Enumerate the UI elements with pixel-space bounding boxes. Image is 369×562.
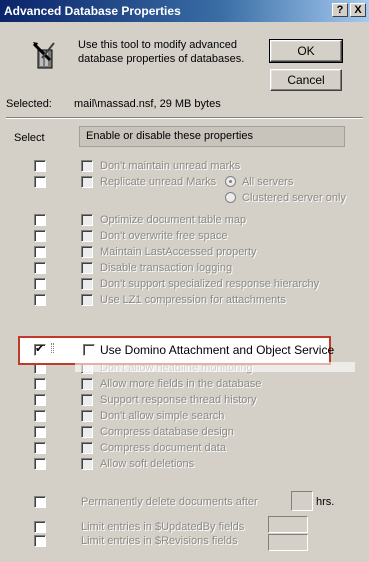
property-checkbox-response-hierarchy	[81, 278, 93, 290]
property-label-simple-search: Don't allow simple search	[100, 410, 225, 422]
radio-all-servers	[225, 176, 236, 187]
property-label-compress-design: Compress database design	[100, 426, 234, 438]
property-label-lz1-compression: Use LZ1 compression for attachments	[100, 294, 286, 306]
property-label-more-fields: Allow more fields in the database	[100, 378, 262, 390]
property-checkbox-lz1-compression	[81, 294, 93, 306]
select-checkbox-limit-revisions[interactable]	[34, 535, 46, 547]
hours-unit-label: hrs.	[316, 496, 335, 508]
property-label-replicate-unread: Replicate unread Marks	[100, 176, 217, 188]
select-checkbox-compress-document[interactable]	[34, 442, 46, 454]
property-checkbox-compress-document	[81, 442, 93, 454]
select-checkbox-last-accessed[interactable]	[34, 246, 46, 258]
limit-updatedby-field[interactable]	[268, 516, 308, 533]
fade-overlay	[75, 362, 355, 372]
radio-clustered-server-only	[225, 192, 236, 203]
selected-database-value: mail\massad.nsf, 29 MB bytes	[74, 98, 221, 110]
properties-column-header: Enable or disable these properties	[79, 126, 345, 147]
property-checkbox-daos	[83, 344, 95, 356]
property-label-soft-deletions: Allow soft deletions	[100, 458, 195, 470]
property-checkbox-last-accessed	[81, 246, 93, 258]
select-checkbox-simple-search[interactable]	[34, 410, 46, 422]
property-label-overwrite-free-space: Don't overwrite free space	[100, 230, 228, 242]
property-label-daos: Use Domino Attachment and Object Service	[100, 343, 335, 357]
cancel-button[interactable]: Cancel	[270, 69, 342, 91]
permanent-delete-hours-field[interactable]	[291, 491, 313, 511]
select-checkbox-compress-design[interactable]	[34, 426, 46, 438]
property-checkbox-thread-history	[81, 394, 93, 406]
database-tool-icon	[32, 42, 55, 69]
property-checkbox-optimize-table-map	[81, 214, 93, 226]
selected-label: Selected:	[6, 98, 52, 110]
select-checkbox-permanent-delete[interactable]	[34, 496, 46, 508]
select-checkbox-more-fields[interactable]	[34, 378, 46, 390]
select-checkbox-overwrite-free-space[interactable]	[34, 230, 46, 242]
property-label-optimize-table-map: Optimize document table map	[100, 214, 247, 226]
select-checkbox-optimize-table-map[interactable]	[34, 214, 46, 226]
limit-revisions-label: Limit entries in $Revisions fields	[81, 535, 238, 547]
ok-button[interactable]: OK	[269, 39, 343, 63]
limit-revisions-field[interactable]	[268, 534, 308, 551]
select-checkbox-soft-deletions[interactable]	[34, 458, 46, 470]
window-title: Advanced Database Properties	[4, 4, 181, 18]
limit-updatedby-label: Limit entries in $UpdatedBy fields	[81, 521, 245, 533]
title-bar: Advanced Database Properties ? X	[0, 0, 369, 22]
advanced-database-properties-dialog: Advanced Database Properties ? X Use thi…	[0, 0, 369, 562]
close-button[interactable]: X	[350, 3, 366, 17]
help-button[interactable]: ?	[332, 3, 348, 17]
property-checkbox-transaction-logging	[81, 262, 93, 274]
property-checkbox-soft-deletions	[81, 458, 93, 470]
radio-label-clustered-server-only: Clustered server only	[242, 192, 346, 204]
property-label-unread-marks: Don't maintain unread marks	[100, 160, 241, 172]
radio-label-all-servers: All servers	[242, 176, 294, 188]
property-label-thread-history: Support response thread history	[100, 394, 257, 406]
property-checkbox-simple-search	[81, 410, 93, 422]
property-checkbox-more-fields	[81, 378, 93, 390]
property-label-transaction-logging: Disable transaction logging	[100, 262, 233, 274]
property-label-response-hierarchy: Don't support specialized response hiera…	[100, 278, 320, 290]
property-checkbox-unread-marks	[81, 160, 93, 172]
select-checkbox-thread-history[interactable]	[34, 394, 46, 406]
property-checkbox-compress-design	[81, 426, 93, 438]
select-checkbox-limit-updatedby[interactable]	[34, 521, 46, 533]
intro-text: Use this tool to modify advanced databas…	[78, 39, 245, 65]
select-checkbox-daos[interactable]	[34, 342, 46, 356]
property-label-last-accessed: Maintain LastAccessed property	[100, 246, 257, 258]
property-checkbox-replicate-unread	[81, 176, 93, 188]
property-label-compress-document: Compress document data	[100, 442, 226, 454]
select-checkbox-transaction-logging[interactable]	[34, 262, 46, 274]
select-checkbox-unread-marks[interactable]	[34, 160, 46, 172]
select-column-header: Select	[14, 132, 45, 144]
select-checkbox-response-hierarchy[interactable]	[34, 278, 46, 290]
select-checkbox-lz1-compression[interactable]	[34, 294, 46, 306]
permanent-delete-label: Permanently delete documents after	[81, 496, 258, 508]
divider	[6, 117, 363, 119]
select-checkbox-replicate-unread[interactable]	[34, 176, 46, 188]
row-grip-icon	[51, 343, 54, 353]
property-checkbox-overwrite-free-space	[81, 230, 93, 242]
